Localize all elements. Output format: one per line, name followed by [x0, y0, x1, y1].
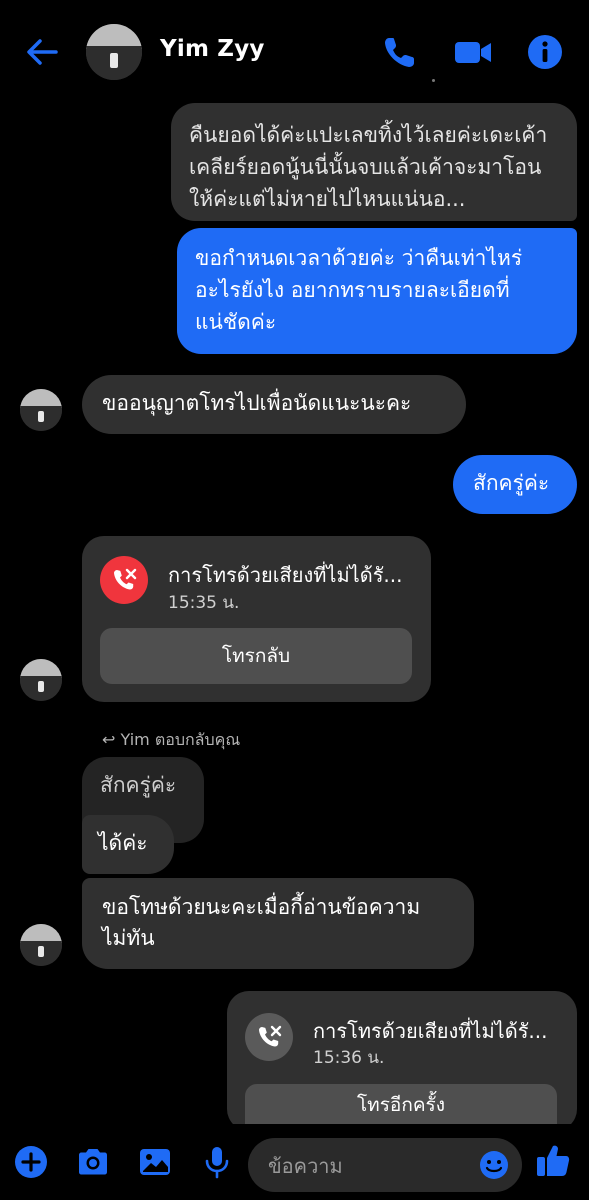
message-bubble-sent[interactable]: ขอกำหนดเวลาด้วยค่ะ ว่าคืนเท่าไหร่อะไรยัง…: [177, 228, 577, 354]
contact-avatar-small[interactable]: [20, 924, 62, 966]
image-icon[interactable]: [137, 1144, 173, 1180]
plus-icon[interactable]: [13, 1144, 49, 1180]
contact-name[interactable]: Yim Zyy: [160, 36, 265, 62]
message-field[interactable]: [248, 1138, 522, 1192]
reply-note-text: Yim ตอบกลับคุณ: [120, 730, 241, 749]
message-bubble-received[interactable]: ขอโทษด้วยนะคะเมื่อกี้อ่านข้อความไม่ทัน: [82, 878, 474, 969]
thumbs-up-icon[interactable]: [534, 1141, 572, 1179]
message-bubble-sent[interactable]: สักครู่ค่ะ: [453, 455, 577, 514]
message-input[interactable]: [266, 1150, 470, 1182]
scroll-indicator: [432, 79, 435, 82]
message-bubble-received[interactable]: ขออนุญาตโทรไปเพื่อนัดแนะนะคะ: [82, 375, 466, 434]
call-time: 15:36 น.: [313, 1048, 385, 1068]
info-icon[interactable]: [525, 32, 565, 72]
message-bubble-received[interactable]: คืนยอดได้ค่ะแปะเลขทิ้งไว้เลยค่ะเดะเค้า เ…: [171, 103, 577, 221]
phone-icon[interactable]: [380, 32, 420, 72]
video-camera-icon[interactable]: [453, 32, 493, 72]
missed-call-card: การโทรด้วยเสียงที่ไม่ได้รั... 15:36 น. โ…: [227, 991, 577, 1131]
emoji-icon[interactable]: [478, 1149, 510, 1181]
chat-header: Yim Zyy: [0, 0, 589, 104]
missed-call-icon: [100, 556, 148, 604]
reply-indicator: ↩ Yim ตอบกลับคุณ: [102, 728, 240, 753]
missed-call-card: การโทรด้วยเสียงที่ไม่ได้รั... 15:35 น. โ…: [82, 536, 431, 702]
back-arrow-icon[interactable]: [24, 34, 60, 70]
contact-avatar-small[interactable]: [20, 659, 62, 701]
contact-avatar[interactable]: [86, 24, 142, 80]
call-time: 15:35 น.: [168, 593, 240, 613]
message-bubble-received[interactable]: ได้ค่ะ: [82, 815, 174, 874]
reply-arrow-icon: ↩: [102, 730, 121, 749]
missed-call-icon: [245, 1013, 293, 1061]
call-title: การโทรด้วยเสียงที่ไม่ได้รั...: [168, 563, 403, 587]
contact-avatar-small[interactable]: [20, 389, 62, 431]
camera-icon[interactable]: [75, 1144, 111, 1180]
call-title: การโทรด้วยเสียงที่ไม่ได้รั...: [313, 1019, 548, 1043]
call-back-button[interactable]: โทรกลับ: [100, 628, 412, 684]
microphone-icon[interactable]: [199, 1144, 235, 1180]
